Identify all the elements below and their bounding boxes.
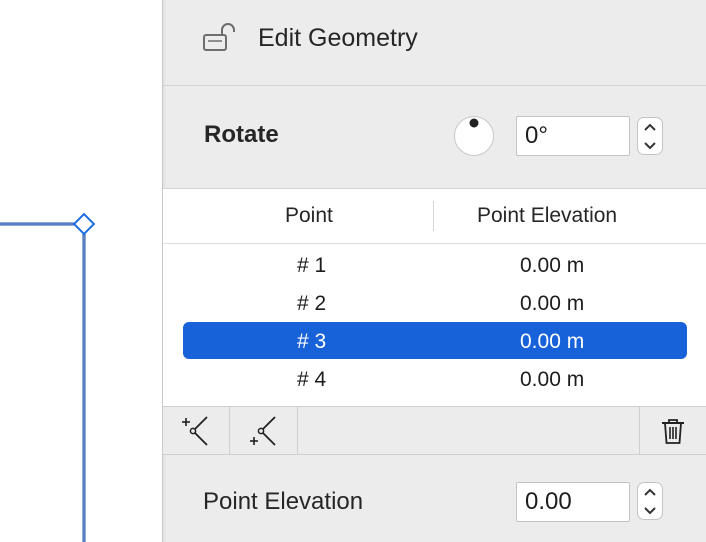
point-cell: # 2 (297, 292, 327, 315)
add-point-before-icon (182, 415, 208, 446)
unlock-icon[interactable] (203, 22, 237, 52)
rotate-value: 0° (525, 122, 548, 149)
column-header-point-elevation[interactable]: Point Elevation (477, 204, 617, 228)
chevron-down-icon[interactable] (643, 141, 657, 150)
point-cell: # 3 (297, 330, 327, 353)
point-elevation-stepper[interactable] (637, 482, 663, 520)
table-header: Point Point Elevation (163, 189, 706, 244)
column-divider[interactable] (433, 201, 434, 231)
elevation-cell: 0.00 m (520, 330, 585, 353)
panel-header: Edit Geometry (163, 0, 706, 86)
add-point-after-icon (249, 415, 276, 446)
rotate-stepper[interactable] (637, 117, 663, 155)
vertex-handle[interactable] (72, 212, 96, 236)
add-point-after-button[interactable] (230, 407, 298, 454)
points-table: Point Point Elevation # 1 0.00 m # 2 0.0… (163, 188, 706, 406)
rotation-dial[interactable] (453, 115, 495, 157)
delete-point-button[interactable] (639, 407, 706, 454)
table-row[interactable]: # 4 0.00 m (183, 360, 687, 397)
point-elevation-field[interactable]: 0.00 (516, 482, 630, 522)
point-elevation-value: 0.00 (525, 488, 572, 515)
point-cell: # 1 (297, 254, 327, 277)
geometry-shape[interactable] (0, 0, 162, 542)
column-header-point[interactable]: Point (285, 204, 333, 228)
trash-icon (662, 418, 684, 444)
elevation-cell: 0.00 m (520, 368, 585, 391)
table-row-selected[interactable]: # 3 0.00 m (183, 322, 687, 359)
table-row[interactable]: # 1 0.00 m (183, 246, 687, 283)
panel-title: Edit Geometry (258, 24, 418, 52)
add-point-before-button[interactable] (163, 407, 230, 454)
drawing-canvas[interactable] (0, 0, 162, 542)
point-elevation-label: Point Elevation (203, 488, 364, 515)
points-toolbar (163, 406, 706, 455)
rotate-label: Rotate (204, 121, 279, 148)
chevron-up-icon[interactable] (643, 123, 657, 132)
elevation-cell: 0.00 m (520, 254, 585, 277)
elevation-cell: 0.00 m (520, 292, 585, 315)
chevron-up-icon[interactable] (643, 488, 657, 497)
chevron-down-icon[interactable] (643, 506, 657, 515)
table-row[interactable]: # 2 0.00 m (183, 284, 687, 321)
rotate-value-field[interactable]: 0° (516, 116, 630, 156)
point-cell: # 4 (297, 368, 327, 391)
